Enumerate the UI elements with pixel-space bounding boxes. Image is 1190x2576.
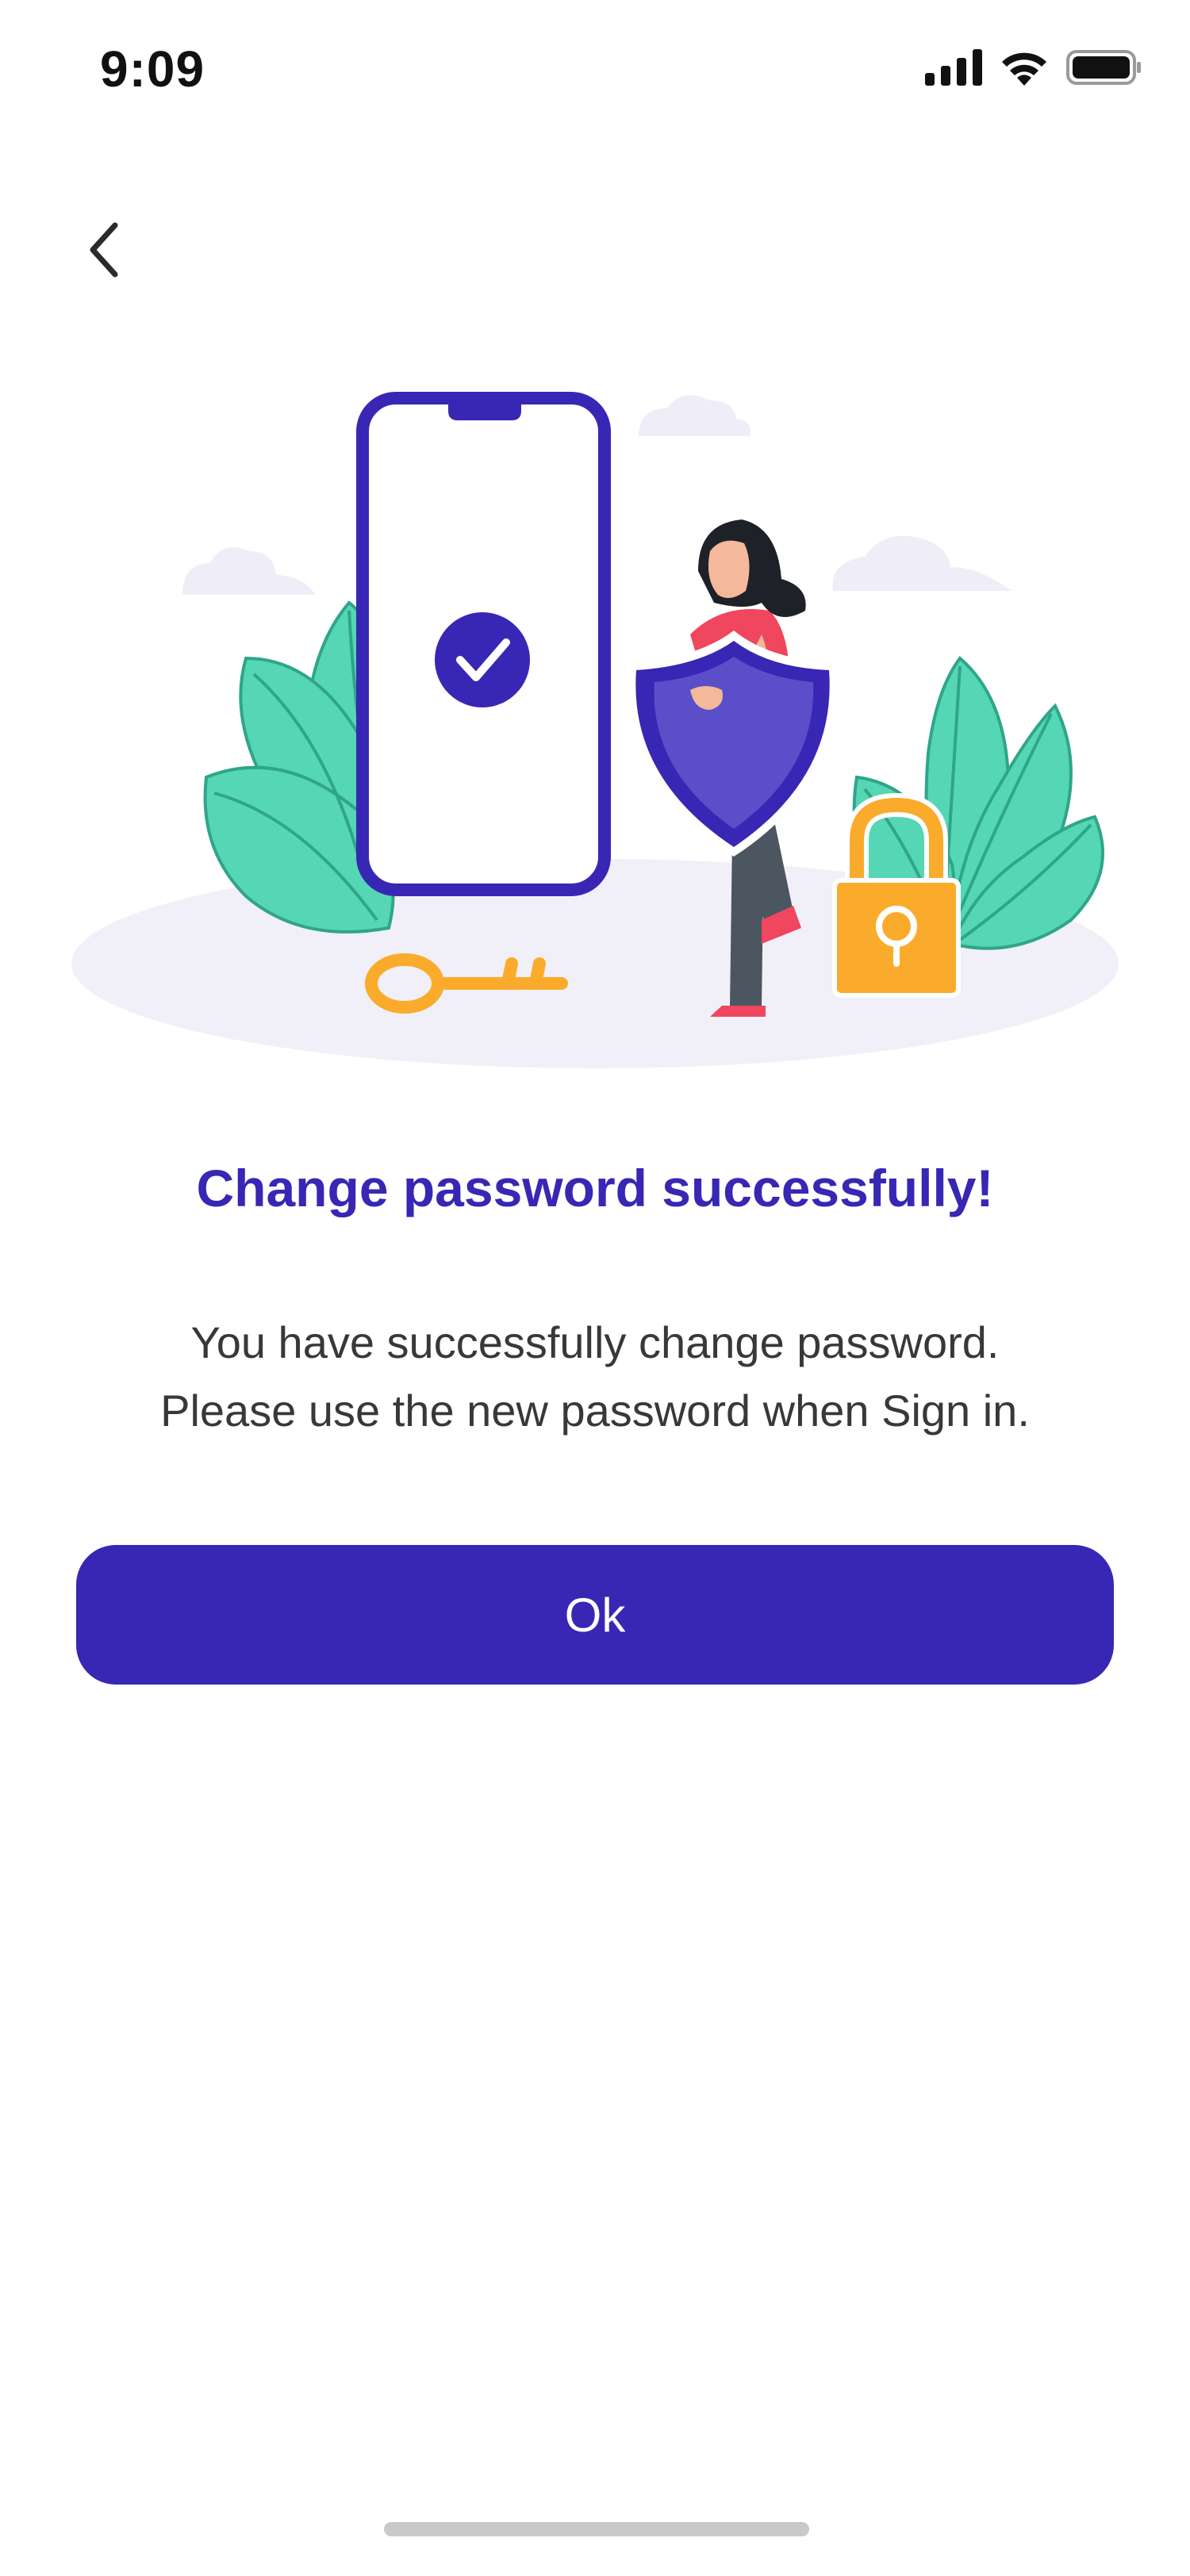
home-indicator[interactable]: [384, 2522, 809, 2536]
status-icons: [925, 49, 1142, 86]
ok-button[interactable]: Ok: [76, 1545, 1114, 1685]
checkmark-icon: [435, 612, 530, 707]
success-message-line-1: You have successfully change password.: [190, 1317, 1000, 1367]
shield-illustration: [628, 631, 838, 857]
signal-icon: [925, 49, 982, 86]
success-title: Change password successfully!: [196, 1159, 994, 1217]
back-button[interactable]: [70, 206, 138, 293]
security-illustration: [71, 392, 1119, 1068]
status-time: 9:09: [100, 40, 205, 98]
wifi-icon: [1002, 52, 1046, 86]
success-message-line-2: Please use the new password when Sign in…: [160, 1386, 1030, 1436]
battery-icon: [1066, 50, 1141, 85]
success-message: You have successfully change password. P…: [63, 1309, 1127, 1445]
chevron-left-icon: [90, 222, 118, 278]
phone-illustration: [356, 392, 611, 896]
status-bar: 9:09: [0, 0, 1190, 143]
